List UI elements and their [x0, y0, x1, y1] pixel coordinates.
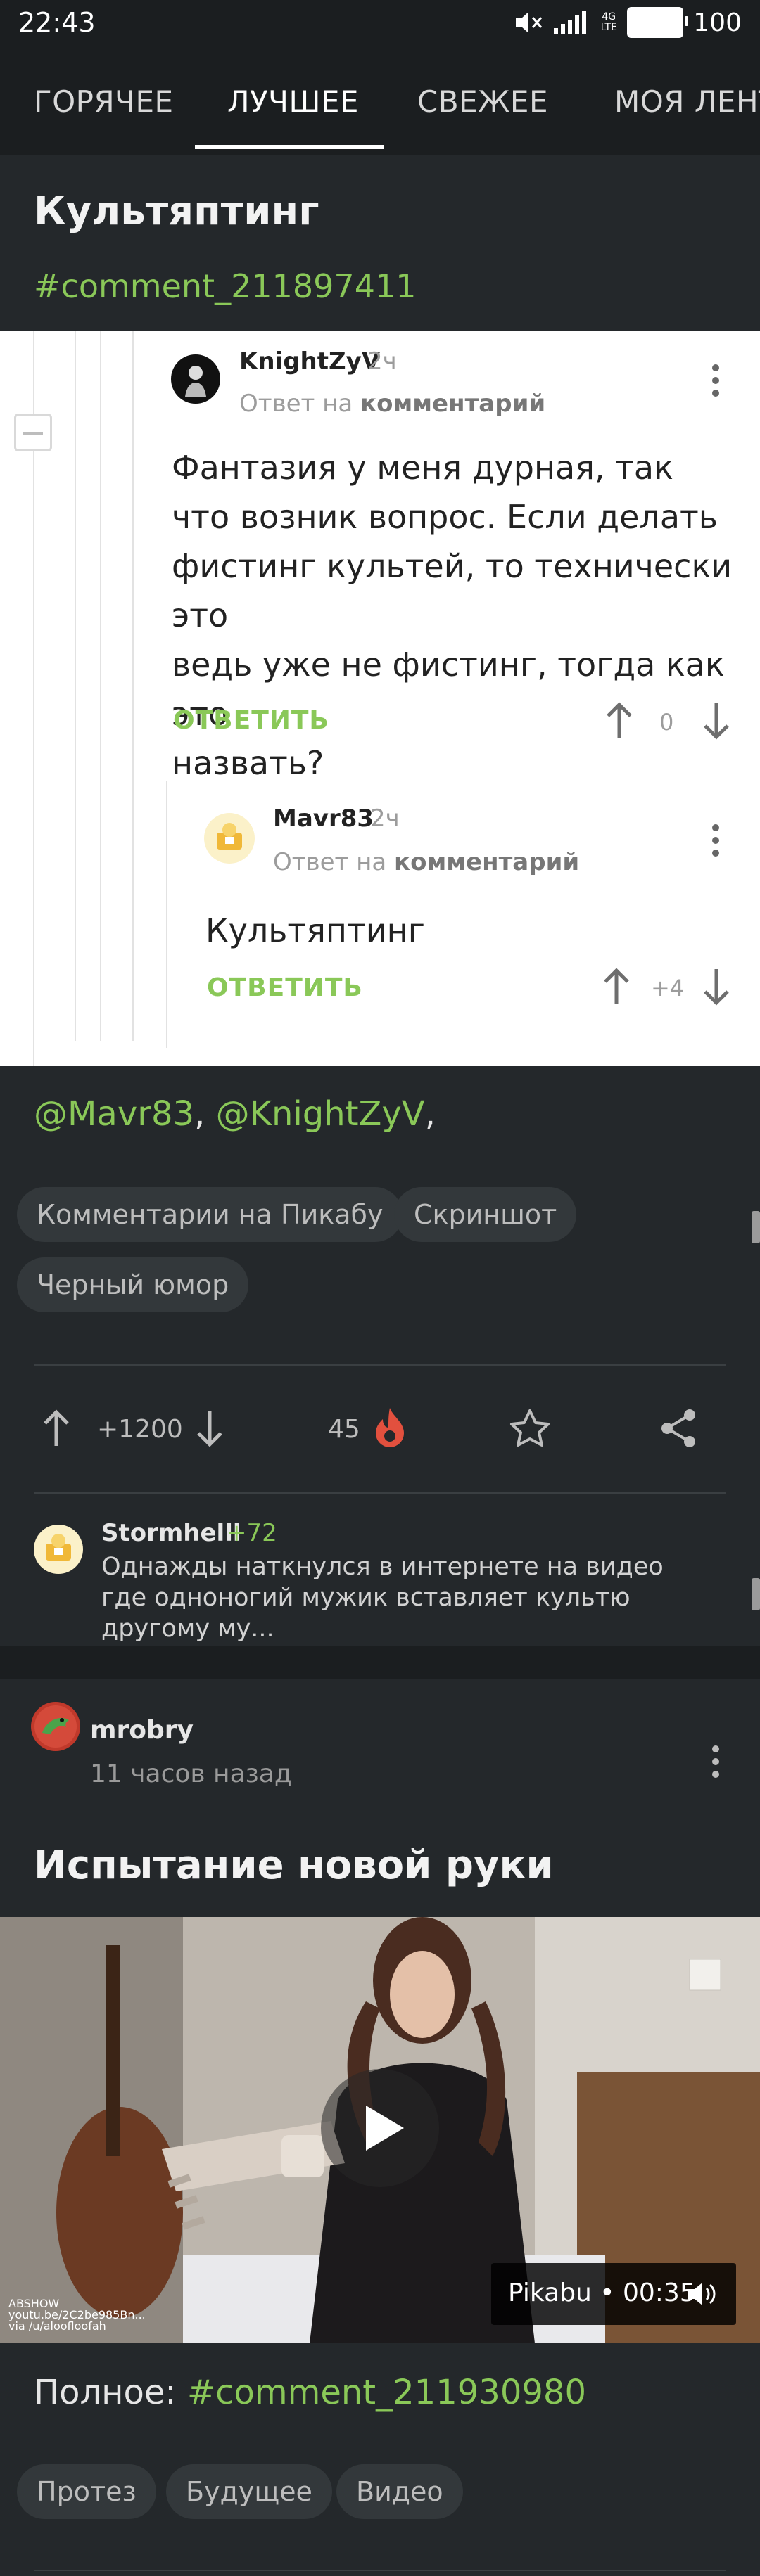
comments-count[interactable]: 45 — [328, 1415, 360, 1444]
comment-text: Культяптинг — [205, 911, 425, 949]
avatar[interactable] — [34, 1525, 83, 1574]
comment-preview-text[interactable]: Однажды наткнулся в интернете на видео г… — [101, 1551, 699, 1644]
signal-icon — [554, 11, 587, 34]
tag-chip[interactable]: Протез — [17, 2464, 156, 2519]
hot-fire-icon[interactable] — [372, 1405, 408, 1450]
mention-link[interactable]: @KnightZyV — [216, 1094, 425, 1134]
tag-chip[interactable]: Видео — [336, 2464, 463, 2519]
avatar — [171, 354, 220, 404]
thread-line — [100, 331, 101, 1041]
tab-my-feed[interactable]: МОЯ ЛЕНТ — [614, 84, 760, 119]
play-icon[interactable] — [321, 2069, 439, 2187]
upvote-button[interactable] — [41, 1409, 72, 1447]
arrow-up-icon — [604, 968, 629, 1004]
save-star-icon[interactable] — [508, 1408, 552, 1450]
comment-reply-label: ОТВЕТИТЬ — [173, 706, 329, 735]
comment-reply-to: Ответ на комментарий — [273, 848, 580, 876]
divider — [34, 1492, 726, 1494]
avatar[interactable] — [31, 1702, 80, 1751]
comment-time: 2ч — [367, 347, 397, 376]
post-rating: +1200 — [97, 1415, 183, 1444]
comment-score: 0 — [659, 709, 674, 736]
post-title[interactable]: Культяптинг — [34, 188, 319, 234]
comment-screenshot-image: KnightZyV 2ч Ответ на комментарий Фантаз… — [0, 331, 760, 1066]
thread-line — [132, 331, 134, 1041]
thread-line — [75, 331, 76, 1041]
divider — [34, 1364, 726, 1366]
collapse-thread-icon — [14, 414, 52, 451]
post-title[interactable]: Испытание новой руки — [34, 1843, 554, 1888]
divider — [34, 2570, 726, 2571]
comment-author: KnightZyV — [239, 347, 381, 376]
tag-chip[interactable]: Комментарии на Пикабу — [17, 1187, 403, 1242]
more-icon — [712, 364, 719, 402]
avatar — [204, 813, 255, 864]
scroll-indicator[interactable] — [752, 1211, 760, 1243]
arrow-down-icon — [704, 703, 729, 740]
tag-chip[interactable]: Будущее — [166, 2464, 332, 2519]
mute-icon — [516, 12, 543, 33]
post-hashtag-link[interactable]: #comment_211897411 — [34, 267, 417, 305]
comment-reply-label: ОТВЕТИТЬ — [207, 973, 363, 1002]
more-icon — [712, 824, 719, 862]
battery-level: 100 — [693, 8, 742, 37]
comment-text: Фантазия у меня дурная, так что возник в… — [172, 449, 733, 782]
downvote-button[interactable] — [194, 1409, 225, 1447]
arrow-down-icon — [704, 969, 729, 1006]
status-icons: 4G LTE 100 — [514, 7, 742, 38]
video-watermark: ABSHOW youtu.be/2C2be985Bn... via /u/alo… — [8, 2297, 146, 2333]
tag-chip[interactable]: Скриншот — [394, 1187, 577, 1242]
scroll-indicator[interactable] — [752, 1578, 760, 1610]
status-bar: 22:43 4G LTE 100 — [0, 0, 760, 49]
comment-reply-to: Ответ на комментарий — [239, 390, 546, 418]
post-mentions: @Mavr83, @KnightZyV, — [34, 1094, 436, 1134]
mention-link[interactable]: @Mavr83 — [34, 1094, 194, 1134]
tab-best[interactable]: ЛУЧШЕЕ — [227, 84, 359, 119]
comment-link[interactable]: #comment_211930980 — [187, 2373, 586, 2412]
share-icon[interactable] — [657, 1406, 699, 1450]
video-duration: Pikabu • 00:35 — [508, 2279, 696, 2307]
full-comment-line: Полное: #comment_211930980 — [34, 2373, 586, 2412]
video-info-badge[interactable]: Pikabu • 00:35 — [491, 2263, 736, 2325]
status-time: 22:43 — [18, 7, 96, 38]
comment-time: 2ч — [370, 805, 400, 833]
arrow-up-icon — [607, 702, 632, 738]
comment-author[interactable]: Stormhelll — [101, 1519, 241, 1547]
post-separator — [0, 1646, 760, 1679]
comment-author: Mavr83 — [273, 805, 374, 833]
volume-icon[interactable] — [687, 2280, 718, 2308]
feed-tabs: ГОРЯЧЕЕ ЛУЧШЕЕ СВЕЖЕЕ МОЯ ЛЕНТ — [0, 49, 760, 155]
battery-icon — [627, 7, 689, 38]
tab-hot[interactable]: ГОРЯЧЕЕ — [34, 84, 174, 119]
more-options-icon[interactable] — [712, 1745, 719, 1783]
tag-chip[interactable]: Черный юмор — [17, 1257, 249, 1312]
tab-fresh[interactable]: СВЕЖЕЕ — [417, 84, 548, 119]
active-tab-indicator — [195, 145, 384, 149]
comment-score: +4 — [651, 975, 685, 1001]
comment-score: +72 — [227, 1519, 277, 1547]
network-type-icon: 4G LTE — [600, 11, 617, 33]
thread-line — [166, 781, 167, 1048]
post-author[interactable]: mrobry — [90, 1716, 194, 1745]
post-time: 11 часов назад — [90, 1760, 292, 1788]
